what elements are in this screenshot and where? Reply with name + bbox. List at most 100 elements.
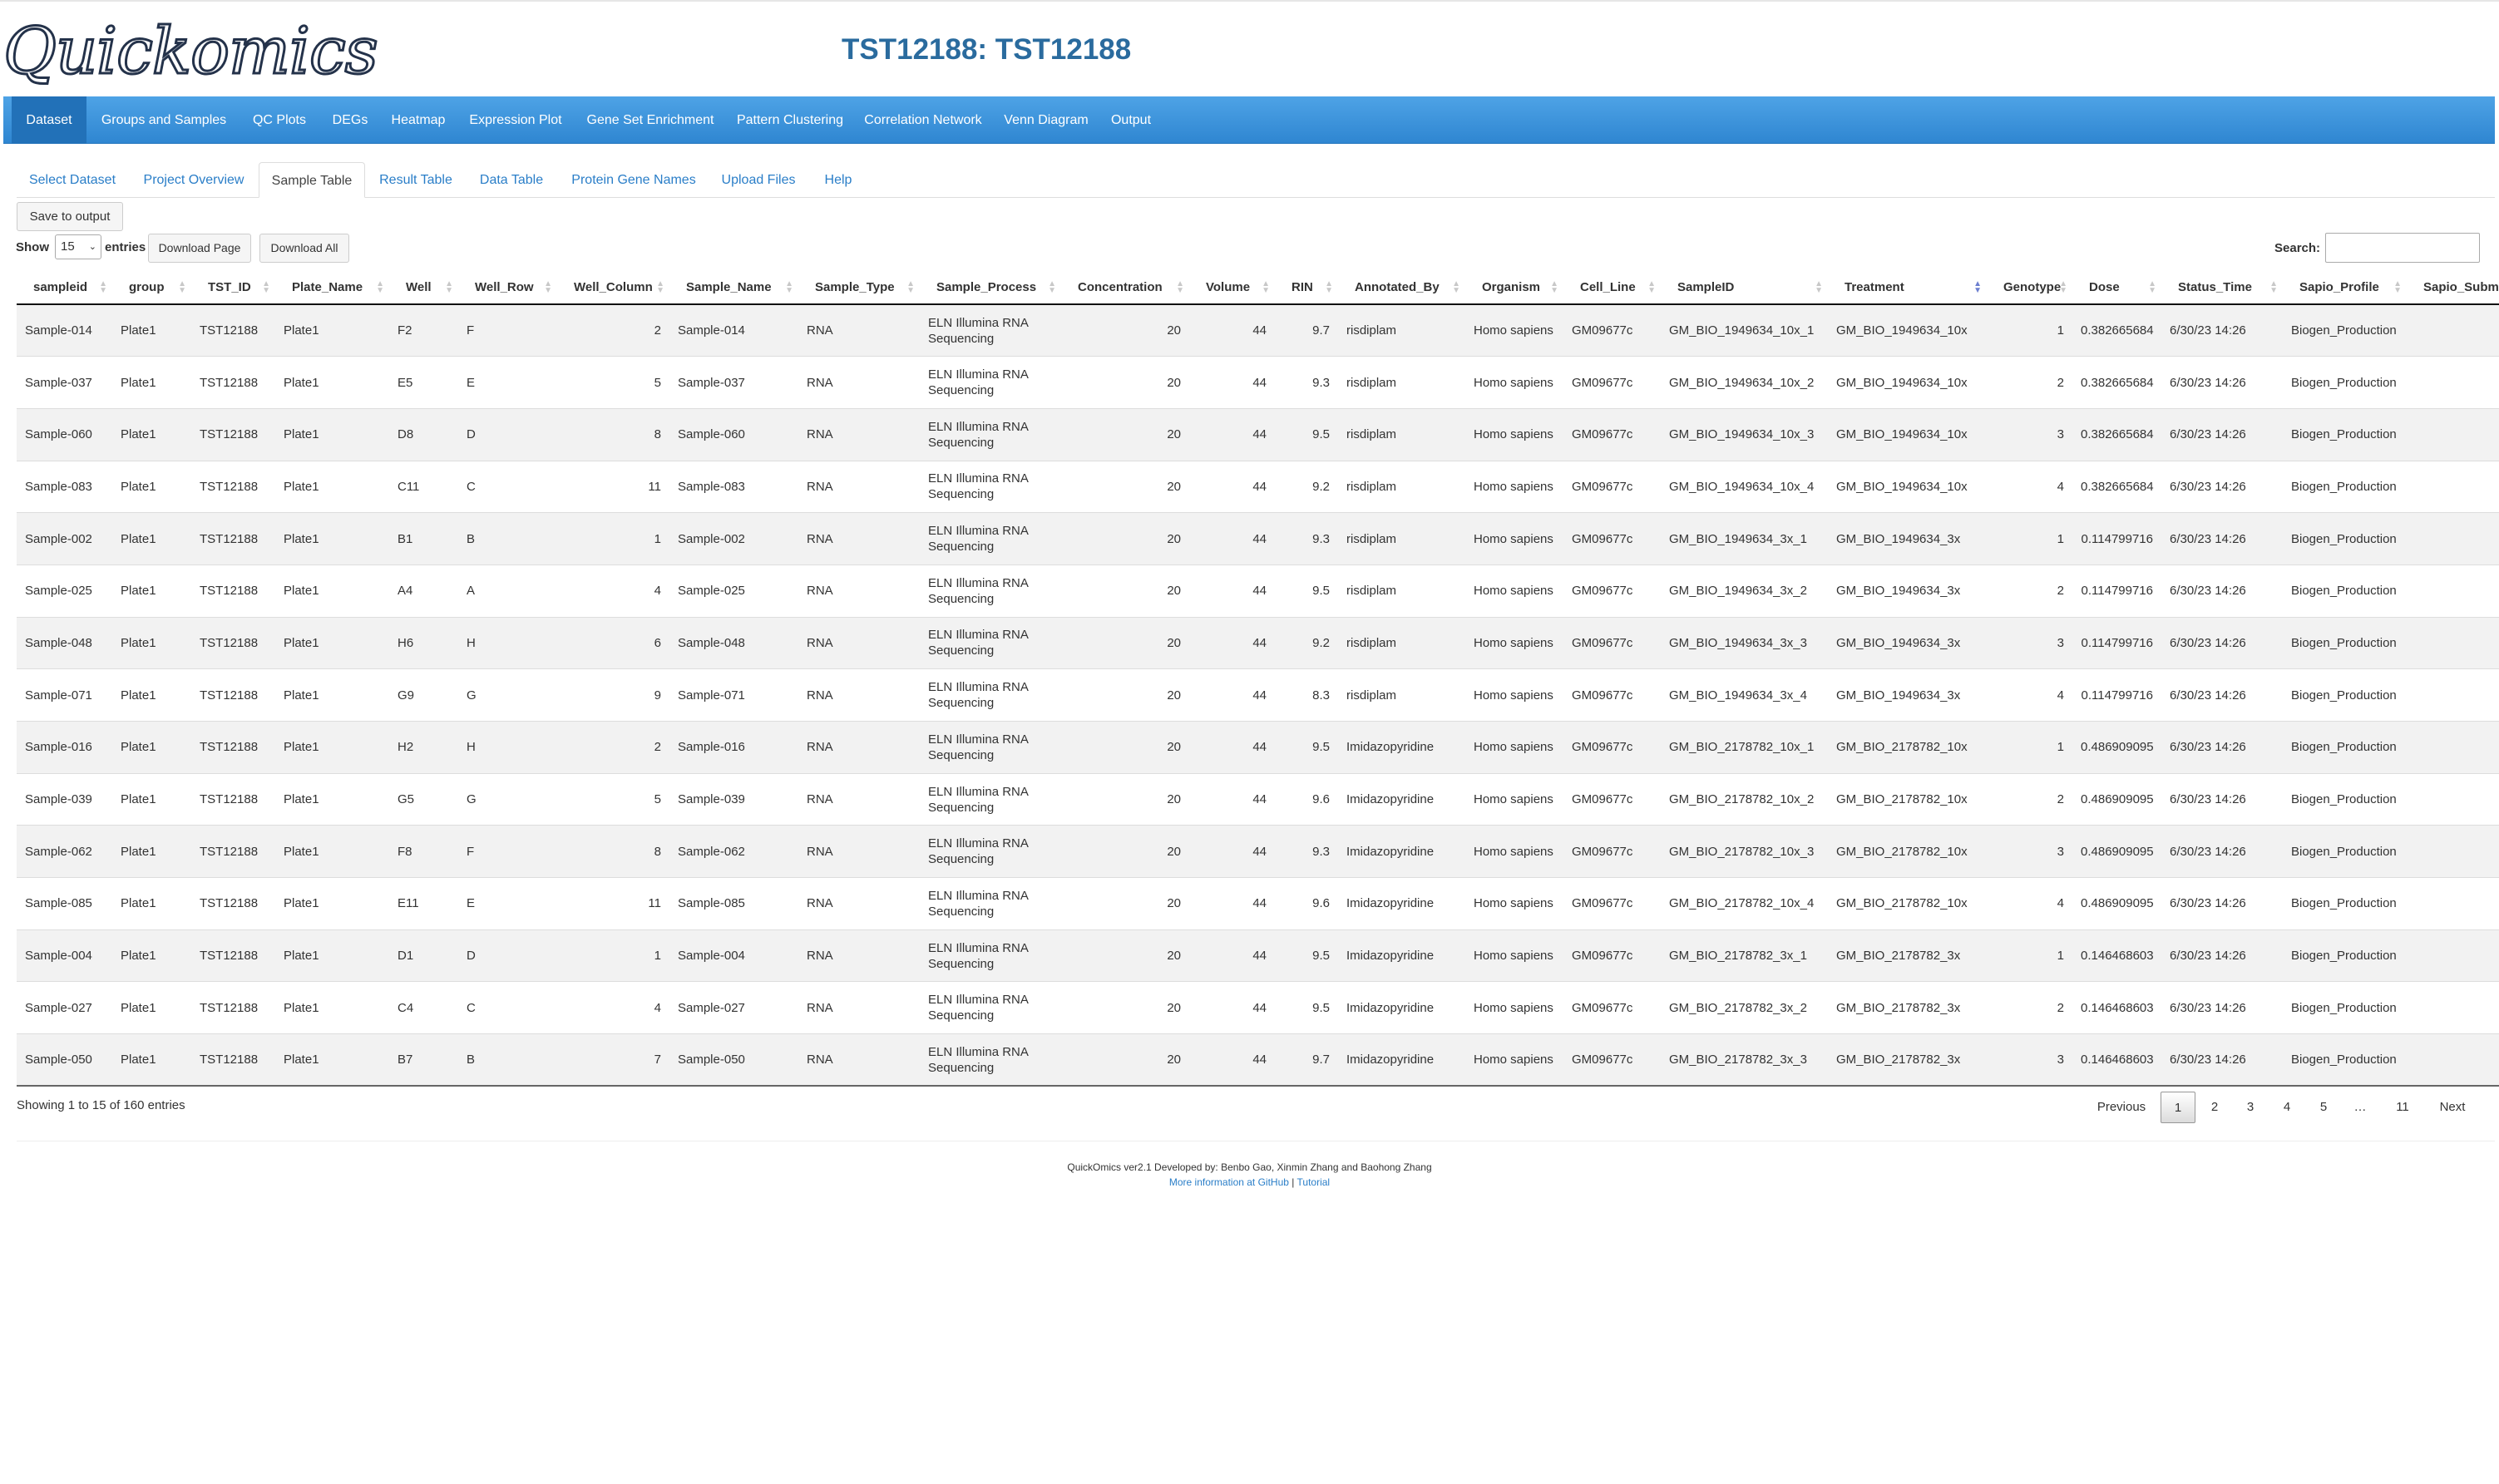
pagination-next[interactable]: Next [2427, 1092, 2478, 1123]
column-header[interactable]: Sample_Type ▲ ▼ [798, 271, 920, 305]
nav-gene-set-enrichment[interactable]: Gene Set Enrichment [577, 96, 724, 144]
download-all-button[interactable]: Download All [259, 234, 349, 263]
table-cell: Imidazopyridine [1338, 721, 1465, 774]
table-row[interactable]: Sample-039 Plate1 TST12188 Plate1 G5 G 5 Sample… [17, 772, 2499, 826]
table-row[interactable]: Sample-037 Plate1 TST12188 Plate1 E5 E 5 Sample… [17, 356, 2499, 409]
table-cell: Plate1 [275, 1033, 389, 1087]
entries-select[interactable]: 15 ⌄ [55, 234, 101, 259]
column-header[interactable]: group ▲ ▼ [112, 271, 191, 305]
pagination-page-5[interactable]: 5 [2307, 1092, 2340, 1123]
column-header[interactable]: Annotated_By ▲ ▼ [1338, 271, 1465, 305]
column-header-label: Organism [1482, 280, 1541, 294]
nav-degs[interactable]: DEGs [323, 96, 378, 144]
table-cell: RNA [798, 668, 920, 722]
table-row[interactable]: Sample-083 Plate1 TST12188 Plate1 C11 C 11 Samp… [17, 460, 2499, 513]
column-header[interactable]: SampleID ▲ ▼ [1661, 271, 1828, 305]
column-header[interactable]: Well_Column ▲ ▼ [557, 271, 669, 305]
table-cell: risdiplam [1338, 616, 1465, 669]
tutorial-link[interactable]: Tutorial [1297, 1176, 1331, 1188]
nav-dataset[interactable]: Dataset [12, 96, 86, 144]
tab-data-table[interactable]: Data Table [466, 162, 557, 198]
table-cell: GM_BIO_1949634_10x_4 [1661, 460, 1828, 513]
github-link[interactable]: More information at GitHub [1169, 1176, 1289, 1188]
table-row[interactable]: Sample-071 Plate1 TST12188 Plate1 G9 G 9 Sample… [17, 668, 2499, 722]
table-cell: RNA [798, 460, 920, 513]
tab-project-overview[interactable]: Project Overview [133, 162, 254, 198]
table-row[interactable]: Sample-027 Plate1 TST12188 Plate1 C4 C 4 Sample… [17, 981, 2499, 1034]
table-cell: TST12188 [191, 460, 275, 513]
tab-help[interactable]: Help [812, 162, 865, 198]
pagination-page-3[interactable]: 3 [2234, 1092, 2267, 1123]
column-header-label: Well_Column [574, 280, 653, 294]
table-cell: Plate1 [112, 616, 191, 669]
column-header[interactable]: sampleid ▲ ▼ [17, 271, 112, 305]
column-header[interactable]: Treatment ▲ ▼ [1828, 271, 1987, 305]
column-header[interactable]: Organism ▲ ▼ [1465, 271, 1563, 305]
pagination-page-11[interactable]: 11 [2384, 1092, 2421, 1123]
nav-pattern-clustering[interactable]: Pattern Clustering [727, 96, 853, 144]
pagination-page-1[interactable]: 1 [2161, 1092, 2195, 1123]
column-header[interactable]: Well ▲ ▼ [389, 271, 458, 305]
table-row[interactable]: Sample-085 Plate1 TST12188 Plate1 E11 E 11 Samp… [17, 877, 2499, 930]
table-cell: 0.382665684 [2072, 407, 2161, 461]
tab-sample-table[interactable]: Sample Table [259, 162, 365, 198]
column-header[interactable]: Sample_Name ▲ ▼ [669, 271, 798, 305]
search-input[interactable] [2325, 233, 2480, 263]
column-header-label: Sapio_Subm [2423, 280, 2499, 294]
tab-select-dataset[interactable]: Select Dataset [18, 162, 126, 198]
table-row[interactable]: Sample-025 Plate1 TST12188 Plate1 A4 A 4 Sample… [17, 564, 2499, 618]
tab-result-table[interactable]: Result Table [371, 162, 461, 198]
table-cell: D8 [389, 407, 458, 461]
table-cell: GM_BIO_1949634_10x [1828, 356, 1987, 409]
column-header[interactable]: Genotype ▲ ▼ [1987, 271, 2072, 305]
table-cell: GM09677c [1563, 825, 1661, 878]
pagination-previous[interactable]: Previous [2086, 1092, 2157, 1123]
nav-expression-plot[interactable]: Expression Plot [459, 96, 572, 144]
table-cell: D [458, 407, 557, 461]
table-row[interactable]: Sample-002 Plate1 TST12188 Plate1 B1 B 1 Sample… [17, 512, 2499, 565]
save-to-output-button[interactable]: Save to output [17, 202, 123, 231]
column-header[interactable]: RIN ▲ ▼ [1275, 271, 1338, 305]
sort-arrows-icon: ▲ ▼ [1973, 279, 1982, 295]
table-row[interactable]: Sample-048 Plate1 TST12188 Plate1 H6 H 6 Sample… [17, 616, 2499, 669]
table-row[interactable]: Sample-004 Plate1 TST12188 Plate1 D1 D 1 Sample… [17, 929, 2499, 982]
table-cell: Plate1 [275, 877, 389, 930]
table-row[interactable]: Sample-050 Plate1 TST12188 Plate1 B7 B 7 Sample… [17, 1033, 2499, 1087]
column-header[interactable]: Plate_Name ▲ ▼ [275, 271, 389, 305]
download-page-button[interactable]: Download Page [148, 234, 251, 263]
column-header[interactable]: Sapio_Profile ▲ ▼ [2283, 271, 2407, 305]
nav-groups-and-samples[interactable]: Groups and Samples [91, 96, 236, 144]
table-cell: 4 [1987, 668, 2072, 722]
nav-venn-diagram[interactable]: Venn Diagram [995, 96, 1098, 144]
column-header[interactable]: Well_Row ▲ ▼ [458, 271, 557, 305]
table-cell: 6/30/23 14:26 [2161, 668, 2283, 722]
nav-output[interactable]: Output [1103, 96, 1159, 144]
column-header[interactable]: Cell_Line ▲ ▼ [1563, 271, 1661, 305]
table-row[interactable]: Sample-014 Plate1 TST12188 Plate1 F2 F 2 Sample… [17, 303, 2499, 357]
column-header[interactable]: Dose ▲ ▼ [2072, 271, 2161, 305]
table-row[interactable]: Sample-016 Plate1 TST12188 Plate1 H2 H 2 Sample… [17, 721, 2499, 774]
table-cell: 8 [557, 825, 669, 878]
nav-heatmap[interactable]: Heatmap [381, 96, 456, 144]
column-header[interactable]: Status_Time ▲ ▼ [2161, 271, 2283, 305]
tab-upload-files[interactable]: Upload Files [712, 162, 805, 198]
table-cell: 4 [557, 564, 669, 618]
table-cell: 6/30/23 14:26 [2161, 1033, 2283, 1087]
sort-arrows-icon: ▲ ▼ [1647, 279, 1656, 295]
column-header[interactable]: TST_ID ▲ ▼ [191, 271, 275, 305]
nav-qc-plots[interactable]: QC Plots [240, 96, 319, 144]
tab-protein-gene-names[interactable]: Protein Gene Names [562, 162, 705, 198]
table-cell: RNA [798, 356, 920, 409]
column-header[interactable]: Sapio_Subm [2407, 271, 2499, 305]
nav-correlation-network[interactable]: Correlation Network [857, 96, 990, 144]
quickomics-logo[interactable]: Quickomics [2, 13, 380, 91]
pagination-page-2[interactable]: 2 [2198, 1092, 2231, 1123]
table-row[interactable]: Sample-060 Plate1 TST12188 Plate1 D8 D 8 Sample… [17, 407, 2499, 461]
table-cell: RNA [798, 721, 920, 774]
column-header[interactable]: Sample_Process ▲ ▼ [920, 271, 1061, 305]
table-row[interactable]: Sample-062 Plate1 TST12188 Plate1 F8 F 8 Sample… [17, 825, 2499, 878]
column-header-label: Sample_Name [686, 280, 772, 294]
column-header[interactable]: Concentration ▲ ▼ [1061, 271, 1189, 305]
column-header[interactable]: Volume ▲ ▼ [1189, 271, 1275, 305]
pagination-page-4[interactable]: 4 [2270, 1092, 2304, 1123]
